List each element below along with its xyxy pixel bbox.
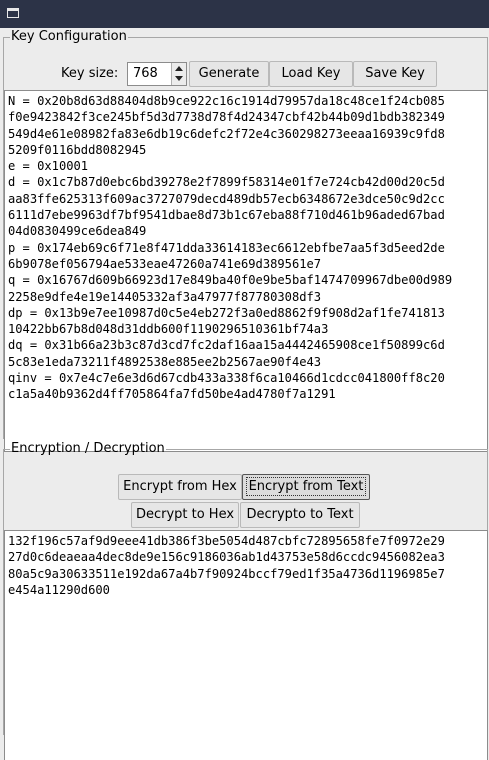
save-key-button[interactable]: Save Key bbox=[353, 61, 437, 87]
key-text-area[interactable]: N = 0x20b8d63d88404d8b9ce922c16c1914d799… bbox=[4, 90, 488, 452]
key-configuration-group: Key Configuration Key size: 768 Generate… bbox=[3, 29, 488, 452]
key-size-spinbox[interactable]: 768 bbox=[127, 62, 187, 86]
load-key-button[interactable]: Load Key bbox=[269, 61, 353, 87]
key-text-line: 2258e9dfe4e19e14405332af3a47977f87780308… bbox=[8, 289, 322, 304]
key-text-line: d = 0x1c7b87d0ebc6bd39278e2f7899f58314e0… bbox=[8, 175, 445, 190]
encryption-decryption-legend: Encryption / Decryption bbox=[11, 441, 165, 456]
generate-button[interactable]: Generate bbox=[189, 61, 269, 87]
spin-down-icon[interactable] bbox=[175, 76, 183, 81]
decrypt-to-hex-button[interactable]: Decrypt to Hex bbox=[131, 502, 239, 528]
key-size-value[interactable]: 768 bbox=[133, 66, 158, 81]
encrypt-from-text-label: Encrypt from Text bbox=[245, 477, 367, 496]
key-size-stepper[interactable] bbox=[171, 63, 186, 85]
key-text-line: aa83ffe625313f609ac3727079decd489db57ecb… bbox=[8, 191, 445, 206]
key-text-line: 6b9078ef056794ae533eae47260a741e69d38956… bbox=[8, 256, 322, 271]
key-text-line: q = 0x16767d609b66923d17e849ba40f0e9be5b… bbox=[8, 273, 453, 288]
key-text-line: 5c83e1eda73211f4892538e885ee2b2567ae90f4… bbox=[8, 354, 322, 369]
key-text-line: 5209f0116bdd8082945 bbox=[8, 142, 147, 157]
key-text-line: e = 0x10001 bbox=[8, 159, 89, 174]
output-text-area[interactable]: 132f196c57af9d9eee41db386f3be5054d487cbf… bbox=[4, 530, 488, 760]
window-icon[interactable] bbox=[7, 8, 19, 18]
key-configuration-legend: Key Configuration bbox=[11, 29, 127, 44]
key-text-line: 549d4e61e08982fa83e6db19c6defc2f72e4c360… bbox=[8, 126, 445, 141]
key-text-line: dq = 0x31b66a23b3c87d3cd7fc2daf16aa15a44… bbox=[8, 338, 445, 353]
output-text-line: 132f196c57af9d9eee41db386f3be5054d487cbf… bbox=[8, 534, 445, 548]
key-text-line: qinv = 0x7e4c7e6e3d6d67cdb433a338f6ca104… bbox=[8, 371, 445, 386]
output-text-line: 27d0c6deaeaa4dec8de9e156c9186036ab1d4375… bbox=[8, 550, 445, 565]
key-text-line: p = 0x174eb69c6f71e8f471dda33614183ec661… bbox=[8, 240, 445, 255]
key-text-line: N = 0x20b8d63d88404d8b9ce922c16c1914d799… bbox=[8, 94, 445, 108]
key-text-line: 6111d7ebe9963df7bf9541dbae8d73b1c67eba88… bbox=[8, 208, 445, 223]
title-bar bbox=[0, 0, 489, 28]
encrypt-from-hex-button[interactable]: Encrypt from Hex bbox=[118, 474, 242, 500]
encrypt-from-text-button[interactable]: Encrypt from Text bbox=[242, 474, 370, 500]
output-text-line: e454a11290d600 bbox=[8, 582, 110, 597]
key-size-label: Key size: bbox=[61, 66, 119, 81]
spin-up-icon[interactable] bbox=[175, 66, 183, 71]
encryption-decryption-group: Encryption / Decryption Encrypt from Hex… bbox=[3, 441, 488, 760]
output-text-line: 80a5c9a30633511e192da67a4b7f90924bccf79e… bbox=[8, 566, 445, 581]
key-text-line: c1a5a40b9362d4ff705864fa7fd50be4ad4780f7… bbox=[8, 387, 336, 402]
key-text-line: 04d0830499ce6dea849 bbox=[8, 224, 147, 239]
decrypt-to-text-button[interactable]: Decrypto to Text bbox=[240, 502, 360, 528]
key-text-line: 10422bb67b8d048d31ddb600f1190296510361bf… bbox=[8, 322, 329, 337]
key-text-line: dp = 0x13b9e7ee10987d0c5e4eb272f3a0ed886… bbox=[8, 305, 445, 320]
key-text-line: f0e9423842f3ce245bf5d3d7738d78f4d24347cb… bbox=[8, 110, 445, 125]
